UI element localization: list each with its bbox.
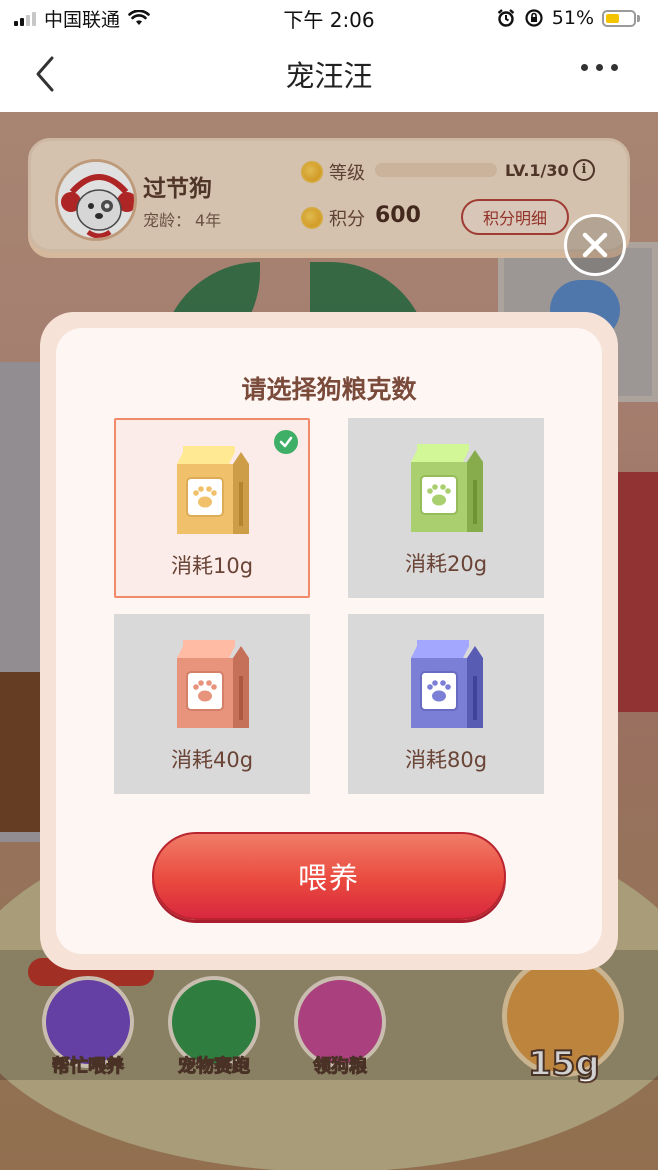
dog-food-bag-icon [177, 446, 249, 534]
feed-confirm-button[interactable]: 喂养 [152, 832, 506, 920]
alarm-icon [497, 9, 515, 27]
status-bar: 中国联通 下午 2:06 51% [0, 0, 658, 36]
check-icon [274, 430, 298, 454]
status-left: 中国联通 [14, 5, 150, 32]
close-icon[interactable] [564, 214, 626, 276]
page-title: 宠汪汪 [285, 59, 373, 93]
option-label: 消耗40g [170, 748, 254, 772]
option-80g[interactable]: 消耗80g [348, 614, 544, 794]
rotation-lock-icon [525, 9, 543, 27]
get-dog-food-label: 领狗粮 [313, 1056, 368, 1078]
chevron-left-icon[interactable] [26, 52, 66, 96]
pet-race-label: 宠物赛跑 [178, 1056, 251, 1078]
wifi-icon [128, 10, 150, 25]
battery-icon [602, 9, 640, 27]
status-right: 51% [496, 7, 640, 29]
dialog-content: 请选择狗粮克数 消耗10g 消耗20g 消耗40g 消耗80g 喂养 [56, 328, 602, 954]
dog-food-amount: 15g [527, 1043, 601, 1085]
dog-food-bag-icon [177, 640, 249, 728]
option-10g[interactable]: 消耗10g [114, 418, 310, 598]
dialog-title: 请选择狗粮克数 [241, 375, 417, 404]
dog-food-bag-icon [411, 444, 483, 532]
option-label: 消耗10g [170, 554, 254, 578]
pet-profile-card: 过节狗 宠龄： 4年 等级 LV.1/30 i 积分 600 积分明细 [28, 138, 630, 252]
option-label: 消耗20g [404, 552, 488, 576]
option-20g[interactable]: 消耗20g [348, 418, 544, 598]
help-feed-label: 帮忙喂养 [52, 1056, 125, 1078]
option-label: 消耗80g [404, 748, 488, 772]
nav-bar: 宠汪汪 [0, 36, 658, 112]
food-amount-dialog: 请选择狗粮克数 消耗10g 消耗20g 消耗40g 消耗80g 喂养 [40, 312, 618, 970]
carrier-label: 中国联通 [44, 8, 121, 31]
dog-food-bag-icon [411, 640, 483, 728]
signal-icon [14, 10, 36, 26]
option-40g[interactable]: 消耗40g [114, 614, 310, 794]
more-dots-icon[interactable] [581, 64, 618, 71]
battery-label: 51% [551, 7, 594, 29]
